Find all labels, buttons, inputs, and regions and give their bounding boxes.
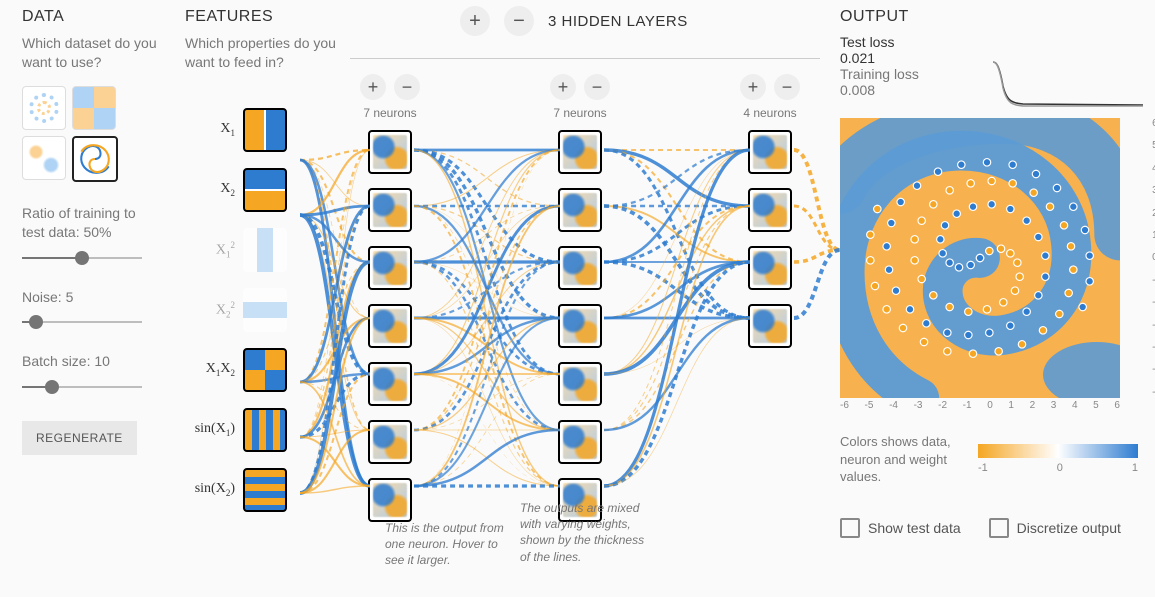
feature-label-x2: X2 [185,181,235,198]
feature-x1sq[interactable] [243,228,287,272]
neuron-l2-5[interactable] [558,362,602,406]
layer1-neuron-count: 7 neurons [350,106,430,120]
feature-x2[interactable] [243,168,287,212]
neuron-l3-2[interactable] [748,188,792,232]
dataset-xor[interactable] [72,86,116,130]
neuron-l1-3[interactable] [368,246,412,290]
neuron-l2-1[interactable] [558,130,602,174]
color-legend: -1 0 1 [978,444,1138,474]
neuron-l2-2[interactable] [558,188,602,232]
feature-x1x2[interactable] [243,348,287,392]
feature-label-x2sq: X22 [185,300,235,319]
add-layer-button[interactable]: + [460,6,490,36]
neuron-l1-1[interactable] [368,130,412,174]
checkbox-show-test-data[interactable]: Show test data [840,518,961,538]
layer1-add-neuron[interactable]: + [360,74,386,100]
remove-layer-button[interactable]: − [504,6,534,36]
checkbox-icon [840,518,860,538]
layer2-remove-neuron[interactable]: − [584,74,610,100]
neuron-l3-4[interactable] [748,304,792,348]
feature-label-x1: X1 [185,121,235,138]
neuron-l1-6[interactable] [368,420,412,464]
callout-neuron: This is the output from one neuron. Hove… [385,520,515,569]
neuron-l2-4[interactable] [558,304,602,348]
ratio-label: Ratio of training to test data: 50% [22,204,162,242]
neuron-l1-5[interactable] [368,362,412,406]
feature-sinx2[interactable] [243,468,287,512]
feature-label-x1sq: X12 [185,240,235,259]
checkbox-icon [989,518,1009,538]
neuron-l2-6[interactable] [558,420,602,464]
heatmap-x-ticks: -6-5-4-3-2-10123456 [840,400,1120,411]
feature-label-sinx2: sin(X2) [185,481,235,498]
callout-weights: The outputs are mixed with varying weigh… [520,500,650,565]
layers-separator [350,58,820,59]
feature-x1[interactable] [243,108,287,152]
dataset-circle[interactable] [22,86,66,130]
feature-label-x1x2: X1X2 [185,361,235,378]
layer3-neuron-count: 4 neurons [730,106,810,120]
batch-slider[interactable] [22,379,142,395]
noise-label: Noise: 5 [22,288,162,307]
regenerate-button[interactable]: REGENERATE [22,421,137,455]
layer2-add-neuron[interactable]: + [550,74,576,100]
neuron-l1-2[interactable] [368,188,412,232]
layer2-neuron-count: 7 neurons [540,106,620,120]
neuron-l3-1[interactable] [748,130,792,174]
noise-slider[interactable] [22,314,142,330]
ratio-slider[interactable] [22,250,142,266]
data-question: Which dataset do you want to use? [22,34,162,72]
batch-label: Batch size: 10 [22,352,162,371]
dataset-spiral[interactable] [72,136,118,182]
layer3-remove-neuron[interactable]: − [774,74,800,100]
features-question: Which properties do you want to feed in? [185,34,345,72]
features-title: FEATURES [185,8,345,26]
dataset-gauss[interactable] [22,136,66,180]
neuron-l1-7[interactable] [368,478,412,522]
output-title: OUTPUT [840,8,1143,26]
checkbox-discretize-output[interactable]: Discretize output [989,518,1121,538]
layer1-remove-neuron[interactable]: − [394,74,420,100]
feature-label-sinx1: sin(X1) [185,421,235,438]
neuron-l3-3[interactable] [748,246,792,290]
feature-sinx1[interactable] [243,408,287,452]
legend-text: Colors shows data, neuron and weight val… [840,433,960,486]
output-heatmap[interactable] [840,118,1120,398]
loss-curve-chart [993,58,1143,108]
layer3-add-neuron[interactable]: + [740,74,766,100]
neuron-l2-3[interactable] [558,246,602,290]
neuron-l1-4[interactable] [368,304,412,348]
data-title: DATA [22,8,162,26]
hidden-layers-count: 3 HIDDEN LAYERS [548,13,688,30]
feature-x2sq[interactable] [243,288,287,332]
